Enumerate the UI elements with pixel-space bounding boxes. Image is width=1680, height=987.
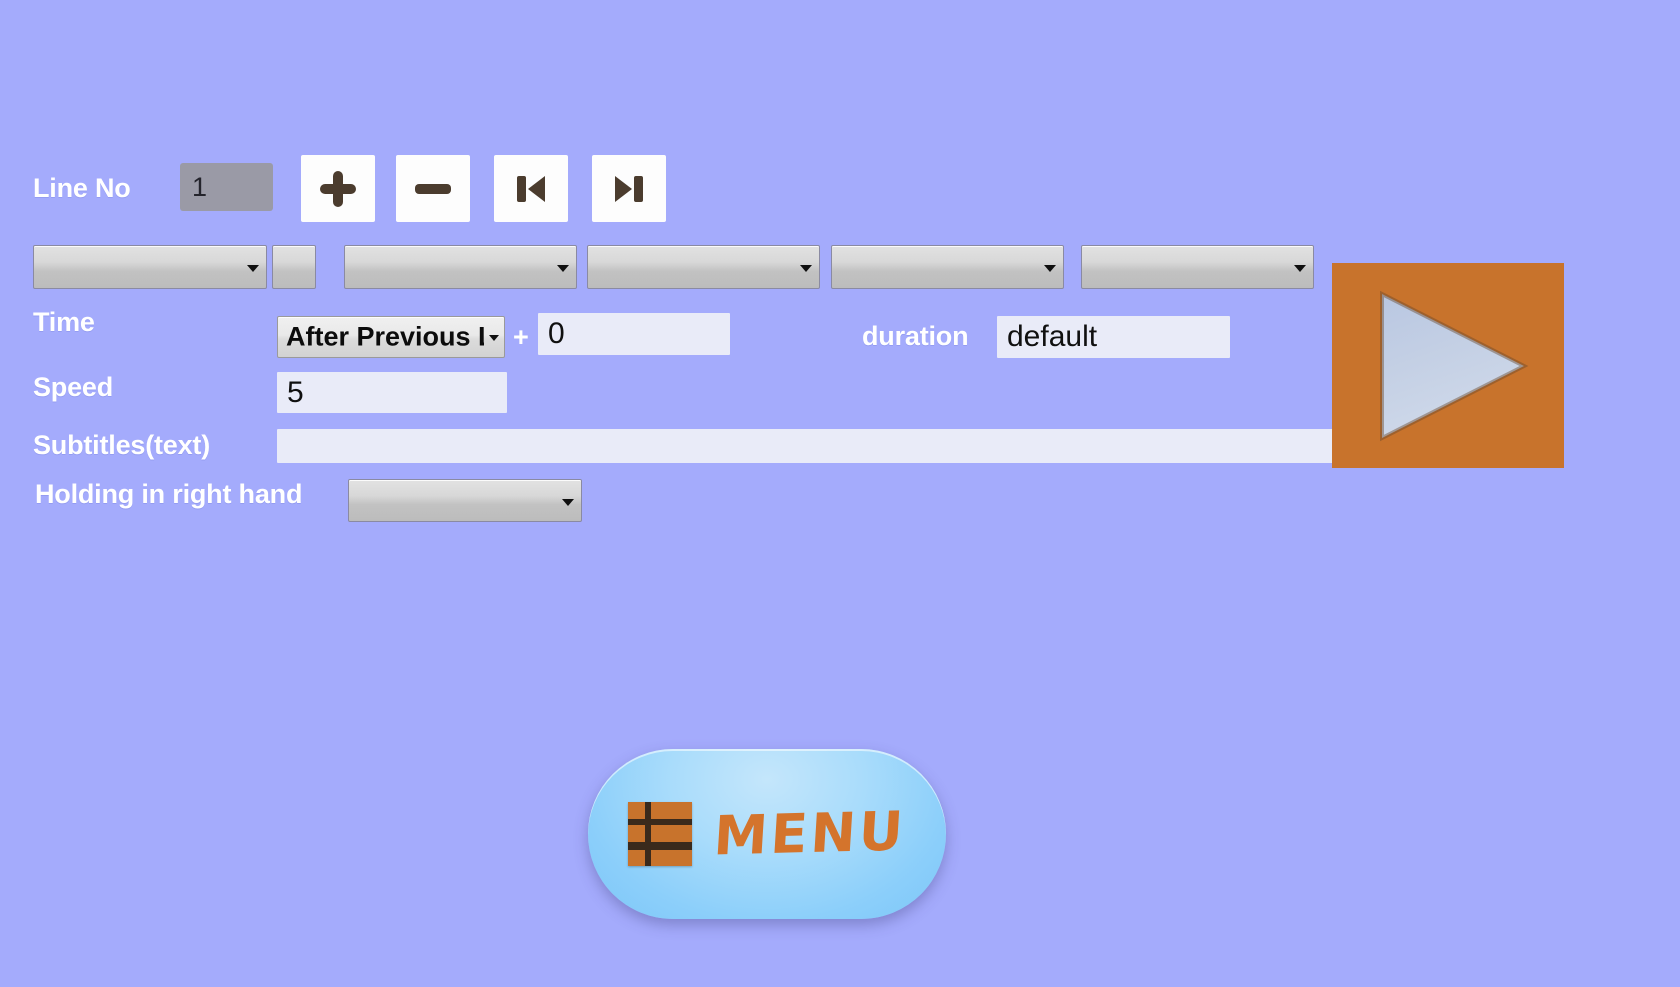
action-select[interactable] [344, 245, 577, 289]
skip-previous-icon [510, 168, 552, 210]
line-no-input[interactable] [180, 163, 273, 211]
time-offset-input[interactable] [538, 313, 730, 355]
subtitles-label: Subtitles(text) [33, 430, 211, 460]
duration-label: duration [862, 321, 969, 351]
chevron-down-icon [247, 265, 259, 272]
speed-input[interactable] [277, 372, 507, 413]
manner-select[interactable] [831, 245, 1064, 289]
modifier-field[interactable] [272, 245, 316, 289]
speed-label: Speed [33, 372, 114, 402]
chevron-down-icon [1044, 265, 1056, 272]
holding-right-hand-select[interactable] [348, 479, 582, 522]
subtitles-input[interactable] [277, 429, 1337, 463]
next-line-button[interactable] [592, 155, 666, 222]
skip-next-icon [608, 168, 650, 210]
chevron-down-icon [562, 498, 574, 506]
character-select[interactable] [33, 245, 267, 289]
time-plus-sign: + [513, 322, 529, 352]
plus-icon [315, 166, 361, 212]
menu-grid-icon [628, 802, 693, 866]
add-line-button[interactable] [301, 155, 375, 222]
menu-button-label: MENU [712, 799, 908, 868]
app-root: Line No 1 Time After Previous L + 0 dura… [0, 0, 1680, 987]
time-trigger-value: After Previous L [286, 321, 484, 352]
previous-line-button[interactable] [494, 155, 568, 222]
minus-icon [410, 166, 456, 212]
duration-input[interactable] [997, 316, 1230, 358]
extra-select[interactable] [1081, 245, 1314, 289]
holding-right-hand-label: Holding in right hand [35, 479, 303, 509]
time-label: Time [33, 307, 95, 337]
chevron-down-icon [489, 335, 499, 341]
remove-line-button[interactable] [396, 155, 470, 222]
chevron-down-icon [800, 265, 812, 272]
menu-button[interactable]: MENU [588, 749, 946, 919]
play-preview-button[interactable] [1332, 263, 1564, 468]
chevron-down-icon [1294, 265, 1306, 272]
chevron-down-icon [557, 265, 569, 272]
target-select[interactable] [587, 245, 820, 289]
play-icon [1332, 263, 1564, 468]
line-no-label: Line No [33, 173, 131, 203]
time-trigger-select[interactable]: After Previous L [277, 316, 505, 358]
